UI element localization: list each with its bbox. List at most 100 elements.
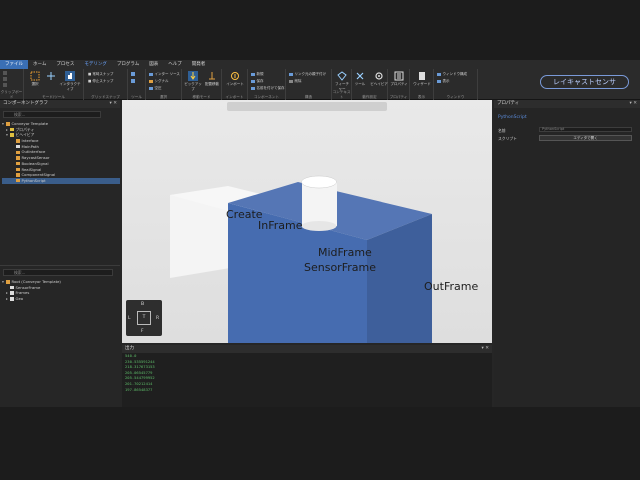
properties-button[interactable]: プロパティ	[390, 71, 408, 87]
behavior-icon	[10, 133, 14, 137]
ribbon-group-import: インポート インポート	[222, 69, 248, 100]
align-icon	[131, 79, 135, 83]
save-as-label: 名前を付けて保存	[256, 86, 285, 90]
feature-button[interactable]: フィーチャー	[334, 71, 350, 92]
component-graph-header: コンポーネントグラフ ▾ ✕	[0, 100, 120, 108]
place-move-icon	[209, 72, 215, 80]
properties-header: プロパティ ▾ ✕	[494, 100, 640, 108]
ribbon-group-move-mode: ピックアップ 配置移動 移動モード	[182, 69, 222, 100]
gear-icon	[375, 72, 383, 80]
save-label: 保存	[256, 79, 264, 83]
pickup-button[interactable]: ピックアップ	[184, 71, 202, 92]
panel-controls[interactable]: ▾ ✕	[482, 345, 489, 353]
sensor-icon	[16, 156, 20, 160]
cut-button[interactable]	[3, 71, 9, 75]
output-title: 出力	[125, 346, 134, 351]
ribbon-group-structure: リンク元の親子付け 削除 構造	[286, 69, 332, 100]
tab-developer[interactable]: 開発者	[187, 60, 211, 69]
output-log: 540.0 230.535591244 218.317673153 205.06…	[122, 353, 492, 392]
nav-cube-left[interactable]: L	[128, 316, 131, 321]
signal-label: シグナル	[154, 79, 169, 83]
tab-file[interactable]: ファイル	[0, 60, 28, 69]
display-button[interactable]: 表示	[437, 79, 450, 84]
tool-button[interactable]: ツール	[352, 71, 368, 87]
nav-cube-right[interactable]: R	[156, 316, 159, 321]
component-graph-search[interactable]: 検索...	[3, 111, 101, 118]
select-button[interactable]: 選択	[27, 71, 43, 87]
align-button[interactable]	[131, 79, 137, 83]
ribbon-group-label: コンテキスト	[332, 90, 351, 99]
import-icon	[231, 72, 239, 80]
tab-process[interactable]: プロセス	[51, 60, 79, 69]
select-cursor-icon	[30, 71, 40, 81]
menu-bar: ファイル ホーム プロセス モデリング プログラム 図表 ヘルプ 開発者	[0, 60, 640, 69]
pneumatic-icon	[149, 86, 153, 91]
snap-align-toggle[interactable]: ■ 常時スナップ	[88, 72, 113, 77]
tab-home[interactable]: ホーム	[28, 60, 51, 69]
pneumatic-button[interactable]: 空圧	[149, 86, 162, 91]
tab-program[interactable]: プログラム	[112, 60, 144, 69]
move-button[interactable]	[46, 71, 55, 82]
new-button[interactable]: 新規	[251, 72, 264, 77]
open-in-editor-button[interactable]: エディタで開く	[539, 135, 632, 141]
interface-icon	[16, 139, 20, 143]
measure-button[interactable]	[131, 72, 137, 76]
ribbon-group-component: 新規 保存 名前を付けて保存 コンポーネント	[248, 69, 286, 100]
link-parent-button[interactable]: リンク元の親子付け	[289, 72, 326, 77]
ribbon-group-snap: ■ 常時スナップ ■ 停止スナップ グリッドスナップ	[84, 69, 128, 100]
panel-controls[interactable]: ▾ ✕	[110, 100, 117, 108]
3d-viewport[interactable]: Create InFrame MidFrame SensorFrame OutF…	[122, 100, 492, 343]
ribbon-group-select: インター ソース シグナル 空圧 選択	[146, 69, 182, 100]
label-outframe: OutFrame	[424, 280, 479, 293]
signal-button[interactable]: シグナル	[149, 79, 169, 84]
nav-cube-top[interactable]: B	[141, 302, 144, 307]
properties-panel: プロパティ ▾ ✕ PythonScript 名前 PythonScript ス…	[494, 100, 640, 407]
cylinder-body[interactable]	[302, 182, 337, 226]
remove-button[interactable]: 削除	[289, 79, 302, 84]
ribbon-group-label: クリップボード	[0, 90, 23, 99]
component-graph-title: コンポーネントグラフ	[3, 101, 48, 106]
tab-drawing[interactable]: 図表	[144, 60, 163, 69]
wizard-icon	[419, 72, 425, 80]
name-label: 名前	[498, 128, 506, 133]
behavior-label: ビヘイビア	[370, 82, 388, 86]
ribbon-group-mode: 選択 インタラクティブ モード/ツール	[24, 69, 84, 100]
snap-grid-toggle[interactable]: ■ 停止スナップ	[88, 79, 113, 84]
name-field[interactable]: PythonScript	[539, 127, 632, 132]
tab-help[interactable]: ヘルプ	[163, 60, 187, 69]
list-item[interactable]: ▸ Geo	[2, 296, 120, 302]
import-button[interactable]: インポート	[225, 71, 245, 87]
list-item-selected[interactable]: PythonScript	[2, 177, 120, 184]
import-label: インポート	[226, 82, 244, 86]
new-label: 新規	[256, 72, 264, 76]
interactive-button[interactable]: インタラクティブ	[58, 71, 82, 92]
ribbon-group-context: フィーチャー コンテキスト	[332, 69, 352, 100]
save-button[interactable]: 保存	[251, 79, 264, 84]
frame-icon	[10, 285, 14, 290]
component-graph-tree: ▾ Conveyor Template ▸ プロパティ ▾ ビヘイビア Interfa…	[2, 121, 120, 184]
component-icon	[6, 122, 10, 126]
wizard-button[interactable]: ウィザード	[412, 71, 432, 87]
raycast-sensor-context-tab[interactable]: レイキャストセンサ	[540, 75, 629, 89]
inter-source-button[interactable]: インター ソース	[149, 72, 180, 77]
node-tree-search[interactable]: 検索...	[3, 269, 113, 276]
properties-icon	[394, 71, 404, 81]
ribbon: クリップボード 選択 インタラクティブ モード/ツール ■ 常時スナップ ■ 停…	[0, 69, 640, 100]
copy-button[interactable]	[3, 77, 9, 81]
panel-divider	[0, 265, 120, 266]
place-move-button[interactable]: 配置移動	[203, 71, 221, 87]
label-sensorframe: SensorFrame	[304, 261, 376, 274]
tool-label: ツール	[354, 82, 366, 86]
nav-cube-bottom[interactable]: F	[141, 329, 144, 334]
window-layout-button[interactable]: ウィンドウ構成	[437, 72, 467, 77]
tab-modeling[interactable]: モデリング	[79, 60, 112, 69]
nav-cube-center[interactable]: T	[137, 311, 151, 325]
navigation-cube[interactable]: B L T R F	[126, 300, 162, 336]
save-as-button[interactable]: 名前を付けて保存	[251, 86, 285, 91]
paste-button[interactable]	[3, 83, 9, 87]
behavior-button[interactable]: ビヘイビア	[370, 71, 388, 87]
label-midframe: MidFrame	[318, 246, 372, 259]
panel-controls[interactable]: ▾ ✕	[630, 100, 637, 108]
app-window: ファイル ホーム プロセス モデリング プログラム 図表 ヘルプ 開発者 クリッ…	[0, 60, 640, 407]
window-layout-label: ウィンドウ構成	[442, 72, 468, 76]
